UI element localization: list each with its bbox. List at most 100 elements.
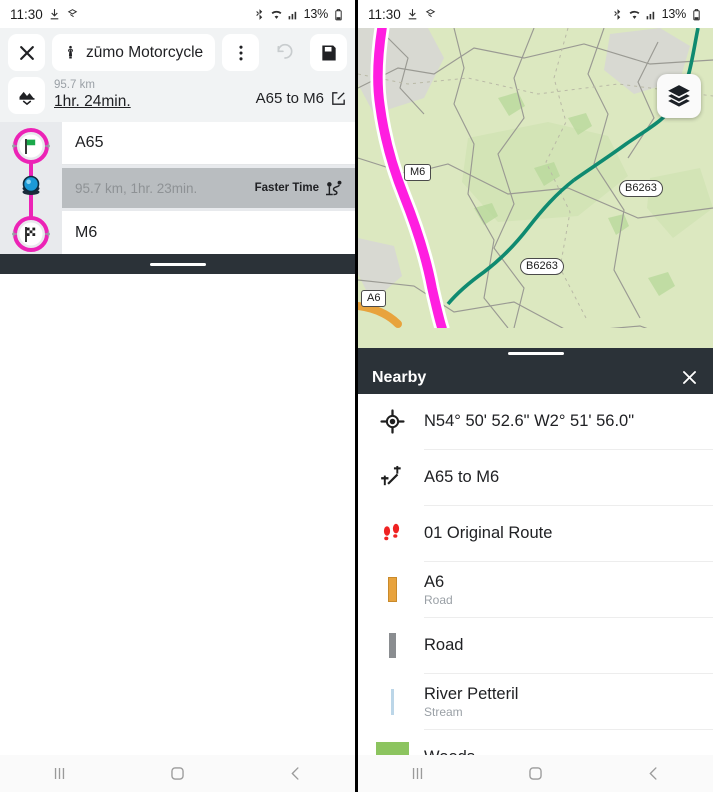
back-button[interactable] (644, 764, 663, 783)
nearby-title-1: A65 to M6 (424, 468, 500, 486)
signal-icon (645, 8, 658, 21)
route-name-group[interactable]: A65 to M6 (256, 77, 347, 107)
drag-handle-right[interactable] (507, 352, 564, 355)
elevation-profile-button[interactable] (8, 77, 45, 114)
route-editor-header: zūmo Motorcycle 95.7 km 1hr. 24min. A65 … (0, 28, 355, 122)
wifi-icon (270, 8, 283, 21)
home-button[interactable] (526, 764, 545, 783)
close-icon[interactable] (680, 368, 699, 387)
battery-percent-label: 13% (303, 7, 329, 21)
app-icon (424, 8, 437, 21)
blue-swatch (390, 688, 394, 715)
status-bar-right: 11:30 13% (358, 0, 713, 28)
edit-icon[interactable] (330, 90, 347, 107)
layers-icon (668, 85, 690, 107)
back-button[interactable] (286, 764, 305, 783)
alternative-route-badge: Faster Time (255, 179, 344, 198)
android-nav-bar-left (0, 755, 355, 792)
status-bar-left: 11:30 13% (0, 0, 355, 28)
vehicle-profile-label: zūmo Motorcycle (86, 43, 204, 61)
wifi-icon (628, 8, 641, 21)
nearby-text-5: River Petteril Stream (424, 685, 518, 719)
nearby-title: Nearby (372, 368, 427, 386)
battery-icon (690, 8, 703, 21)
bluetooth-icon (253, 8, 266, 21)
recents-button[interactable] (408, 764, 427, 783)
nearby-title-2: 01 Original Route (424, 524, 553, 542)
close-button[interactable] (8, 34, 45, 71)
overflow-menu-button[interactable] (222, 34, 259, 71)
sheet-drag-bar-left[interactable] (0, 254, 355, 274)
status-bar-right-group: 13% (253, 7, 345, 21)
map-shield-m6-right: M6 (404, 164, 432, 181)
status-bar-left-group-2: 11:30 (368, 7, 437, 22)
nearby-sub-5: Stream (424, 704, 463, 719)
battery-percent-label-2: 13% (661, 7, 687, 21)
map-shield-b6263-right-upper: B6263 (619, 180, 663, 197)
crosshair-icon (374, 409, 410, 434)
save-button[interactable] (310, 34, 347, 71)
route-name-label: A65 to M6 (255, 90, 324, 107)
signal-icon (287, 8, 300, 21)
left-pane: 11:30 13% zūmo Motorcycle 95.7 km 1hr. 2… (0, 0, 355, 792)
route-icon (374, 465, 410, 490)
nearby-item-river[interactable]: River Petteril Stream (358, 674, 713, 729)
nearby-item-original-route[interactable]: 01 Original Route (358, 506, 713, 561)
nearby-item-route[interactable]: A65 to M6 (358, 450, 713, 505)
status-bar-clock-2: 11:30 (368, 6, 401, 22)
app-icon (66, 8, 79, 21)
route-distance-label: 95.7 km (54, 79, 95, 91)
home-button[interactable] (168, 764, 187, 783)
route-summary-text: 95.7 km 1hr. 24min. (54, 77, 247, 112)
nearby-item-road[interactable]: Road (358, 618, 713, 673)
blue-stream-line-icon (374, 688, 410, 715)
gray-road-bar-icon (374, 633, 410, 658)
nearby-text-4: Road (424, 636, 463, 655)
alternative-route-label: Faster Time (254, 182, 319, 194)
orange-road-bar-icon (374, 577, 410, 602)
orange-swatch (387, 577, 397, 602)
waypoint-list: A65 95.7 km, 1hr. 23min. Faster Time M6 (0, 122, 355, 254)
drag-handle-left[interactable] (149, 262, 206, 266)
green-swatch (375, 742, 409, 755)
vehicle-profile-field[interactable]: zūmo Motorcycle (52, 34, 215, 71)
battery-icon (332, 8, 345, 21)
nearby-text-2: 01 Original Route (424, 524, 552, 543)
nearby-text-1: A65 to M6 (424, 468, 499, 487)
nearby-title-4: Road (424, 636, 464, 654)
alternative-route-row[interactable]: 95.7 km, 1hr. 23min. Faster Time (62, 168, 355, 208)
red-footprints-icon (374, 522, 410, 546)
waypoint-rail (0, 122, 62, 254)
download-icon (406, 8, 419, 21)
status-bar-right-group-2: 13% (611, 7, 703, 21)
android-nav-bar-right (358, 755, 713, 792)
waypoint-end-row[interactable]: M6 (62, 211, 355, 254)
nearby-sub-3: Road (424, 592, 453, 607)
nearby-sheet-drag-bar[interactable] (358, 348, 713, 361)
nearby-text-0: N54° 50' 52.6" W2° 51' 56.0" (424, 412, 634, 431)
nearby-item-a6[interactable]: A6 Road (358, 562, 713, 617)
waypoint-start-row[interactable]: A65 (62, 122, 355, 165)
dual-pane-screenshot: 11:30 13% zūmo Motorcycle 95.7 km 1hr. 2… (0, 0, 713, 792)
gray-swatch (388, 633, 396, 658)
editor-toolbar-row: zūmo Motorcycle (8, 34, 347, 71)
map-shield-a6-right: A6 (361, 290, 387, 307)
nearby-title-6: Woods (424, 748, 475, 755)
waypoint-rows: A65 95.7 km, 1hr. 23min. Faster Time M6 (62, 122, 355, 254)
right-map[interactable]: M6 B6263 B6263 A6 Nearby N54° 50' 52.6" … (358, 28, 713, 792)
nearby-item-coordinates[interactable]: N54° 50' 52.6" W2° 51' 56.0" (358, 394, 713, 449)
recents-button[interactable] (50, 764, 69, 783)
right-pane: 11:30 13% M6 B6263 B6263 A6 Nearby N54° … (358, 0, 713, 792)
map-layers-button[interactable] (657, 74, 701, 118)
route-summary-row: 95.7 km 1hr. 24min. A65 to M6 (8, 71, 347, 122)
nearby-list: N54° 50' 52.6" W2° 51' 56.0" A65 to M6 0… (358, 394, 713, 755)
route-duration-label[interactable]: 1hr. 24min. (54, 92, 247, 112)
undo-button[interactable] (266, 34, 303, 71)
nearby-title-0: N54° 50' 52.6" W2° 51' 56.0" (424, 412, 635, 430)
nearby-item-woods[interactable]: Woods (358, 730, 713, 755)
nearby-text-6: Woods (424, 748, 475, 755)
alternative-route-summary: 95.7 km, 1hr. 23min. (75, 180, 198, 196)
bluetooth-icon (611, 8, 624, 21)
nearby-title-5: River Petteril (424, 684, 519, 703)
status-bar-clock: 11:30 (10, 6, 43, 22)
